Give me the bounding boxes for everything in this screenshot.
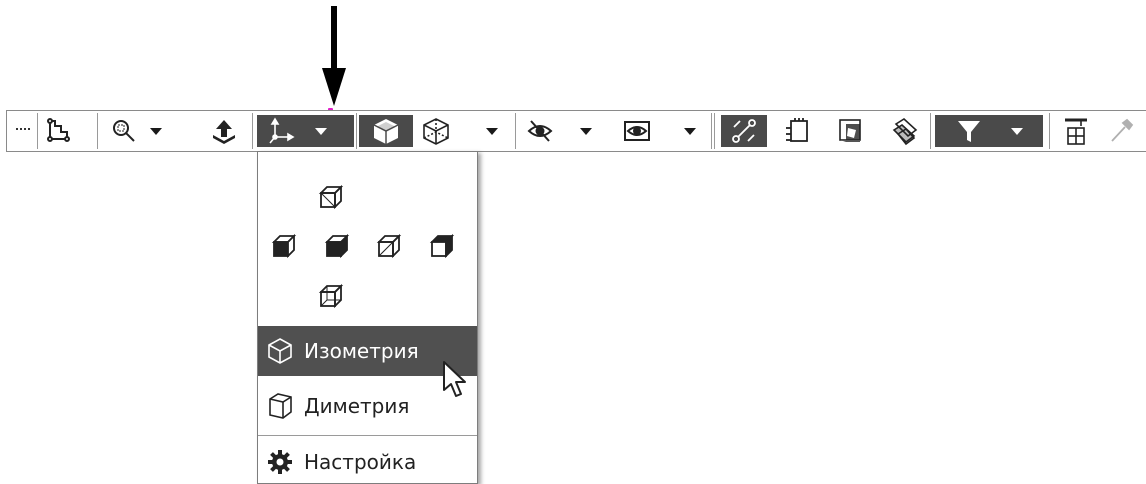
grip-icon[interactable]	[11, 115, 37, 147]
pipette-icon[interactable]	[1103, 115, 1139, 147]
filter-button[interactable]	[935, 115, 1043, 147]
section-icon[interactable]	[777, 115, 817, 147]
top-view-icon[interactable]	[315, 183, 345, 213]
constraints-icon[interactable]	[721, 115, 767, 147]
spec-tree-icon[interactable]	[1057, 115, 1095, 147]
display-style-dropdown-icon[interactable]	[481, 115, 503, 147]
gear-icon	[268, 450, 292, 474]
perspective-icon[interactable]	[885, 115, 925, 147]
show-dropdown-icon[interactable]	[679, 115, 701, 147]
normal-to-icon[interactable]	[207, 115, 241, 147]
menu-item-label: Настройка	[304, 450, 417, 474]
menu-item-label: Изометрия	[304, 339, 419, 363]
back-view-icon[interactable]	[426, 232, 456, 262]
hide-dropdown-icon[interactable]	[575, 115, 597, 147]
orientation-dropdown-icon[interactable]	[315, 127, 327, 135]
menu-divider	[258, 435, 477, 436]
annotation-arrow	[322, 6, 346, 106]
front-view-icon[interactable]	[321, 232, 351, 262]
menu-item-label: Диметрия	[304, 394, 410, 418]
hide-icon[interactable]	[523, 115, 557, 147]
menu-item-settings[interactable]: Настройка	[258, 440, 477, 484]
filter-icon	[958, 121, 980, 142]
orientation-dropdown-menu: Изометрия Диметрия Настройка	[257, 151, 478, 484]
zoom-icon[interactable]	[107, 115, 141, 147]
shaded-cube-icon[interactable]	[359, 115, 413, 147]
isometric-cube-icon	[268, 338, 292, 364]
zoom-dropdown-icon[interactable]	[145, 115, 167, 147]
shadow-cube-icon[interactable]	[831, 115, 871, 147]
dimetric-cube-icon	[269, 393, 292, 419]
sketch-frame-icon[interactable]	[41, 115, 77, 147]
show-icon[interactable]	[619, 115, 655, 147]
orientation-icon	[269, 117, 295, 144]
view-toolbar	[6, 110, 1146, 152]
mouse-cursor-icon	[443, 361, 466, 397]
left-view-icon[interactable]	[268, 232, 298, 262]
filter-dropdown-icon[interactable]	[1011, 127, 1023, 135]
right-view-icon[interactable]	[373, 232, 403, 262]
bottom-view-icon[interactable]	[315, 282, 345, 312]
orientation-button[interactable]	[257, 115, 354, 147]
wireframe-cube-icon[interactable]	[417, 115, 455, 147]
